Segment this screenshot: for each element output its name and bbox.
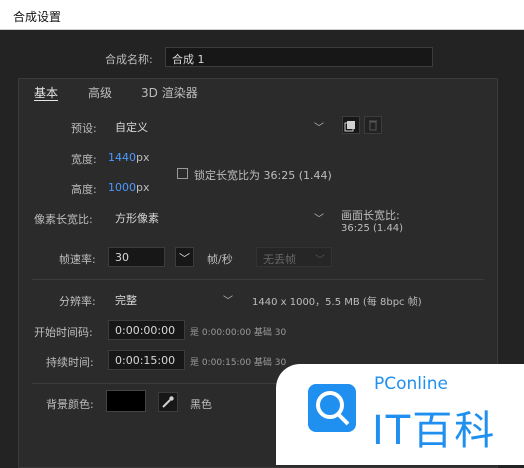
resolution-dropdown[interactable]: 完整 ﹀ [108, 288, 240, 308]
height-label: 高度: [71, 183, 97, 196]
frame-ratio-value: 36:25 (1.44) [341, 223, 404, 234]
width-value[interactable]: 1440 [108, 151, 136, 164]
eyedropper-icon [162, 396, 174, 408]
pconline-logo-icon [308, 384, 356, 432]
duration-info: 是 0:00:15:00 基础 30 [190, 358, 287, 368]
frame-rate-unit: 帧/秒 [207, 253, 233, 266]
save-preset-button[interactable] [342, 116, 360, 134]
frame-rate-input[interactable]: 30 [108, 247, 165, 267]
lock-ratio-label: 锁定长宽比为 36:25 (1.44) [194, 169, 332, 182]
preset-dropdown[interactable]: 自定义 ﹀ [108, 115, 331, 135]
preset-value: 自定义 [115, 121, 148, 134]
duration-label: 持续时间: [46, 356, 94, 369]
save-preset-icon [344, 121, 355, 132]
chevron-down-icon: ﹀ [314, 123, 324, 134]
pixel-ratio-label: 像素长宽比: [34, 213, 93, 226]
watermark: PConline IT百科 [276, 364, 524, 465]
height-unit: px [136, 181, 150, 194]
pixel-ratio-dropdown[interactable]: 方形像素 ﹀ [108, 206, 331, 226]
tab-advanced[interactable]: 高级 [88, 84, 112, 101]
eyedropper-button[interactable] [158, 392, 178, 412]
start-timecode-input[interactable]: 0:00:00:00 [108, 320, 185, 340]
width-unit: px [136, 151, 150, 164]
resolution-info: 1440 x 1000，5.5 MB (每 8bpc 帧) [252, 297, 422, 308]
comp-name-input[interactable]: 合成 1 [165, 47, 433, 67]
background-color-name: 黑色 [190, 398, 212, 411]
divider [32, 279, 484, 280]
trash-icon [369, 120, 377, 131]
resolution-value: 完整 [115, 294, 137, 307]
start-timecode-info: 是 0:00:00:00 基础 30 [190, 328, 287, 338]
preset-label: 预设: [71, 122, 97, 135]
duration-input[interactable]: 0:00:15:00 [108, 350, 185, 370]
drop-frame-dropdown[interactable]: 无丢帧 ﹀ [256, 247, 332, 267]
window-title: 合成设置 [13, 10, 62, 24]
comp-name-label: 合成名称: [105, 53, 153, 66]
background-color-swatch[interactable] [106, 390, 146, 412]
delete-preset-button[interactable] [364, 116, 382, 134]
frame-rate-label: 帧速率: [59, 253, 96, 266]
chevron-down-icon: ﹀ [314, 214, 324, 225]
width-label: 宽度: [71, 153, 97, 166]
background-color-label: 背景颜色: [46, 398, 94, 411]
height-value[interactable]: 1000 [108, 181, 136, 194]
watermark-brand: PConline [374, 374, 448, 394]
chevron-down-icon: ﹀ [179, 252, 190, 265]
window-titlebar: 合成设置 [0, 0, 524, 30]
chevron-down-icon: ﹀ [223, 296, 233, 307]
pixel-ratio-value: 方形像素 [115, 212, 159, 225]
watermark-title: IT百科 [372, 408, 497, 454]
tab-3d-renderer[interactable]: 3D 渲染器 [141, 84, 198, 101]
frame-ratio-label: 画面长宽比: [341, 209, 400, 222]
drop-frame-value: 无丢帧 [263, 253, 296, 266]
tab-basic[interactable]: 基本 [34, 84, 58, 101]
resolution-label: 分辨率: [59, 295, 96, 308]
frame-rate-dropdown[interactable]: ﹀ [175, 247, 194, 267]
lock-ratio-checkbox[interactable] [177, 168, 188, 179]
chevron-down-icon: ﹀ [315, 255, 325, 266]
start-timecode-label: 开始时间码: [34, 326, 93, 339]
